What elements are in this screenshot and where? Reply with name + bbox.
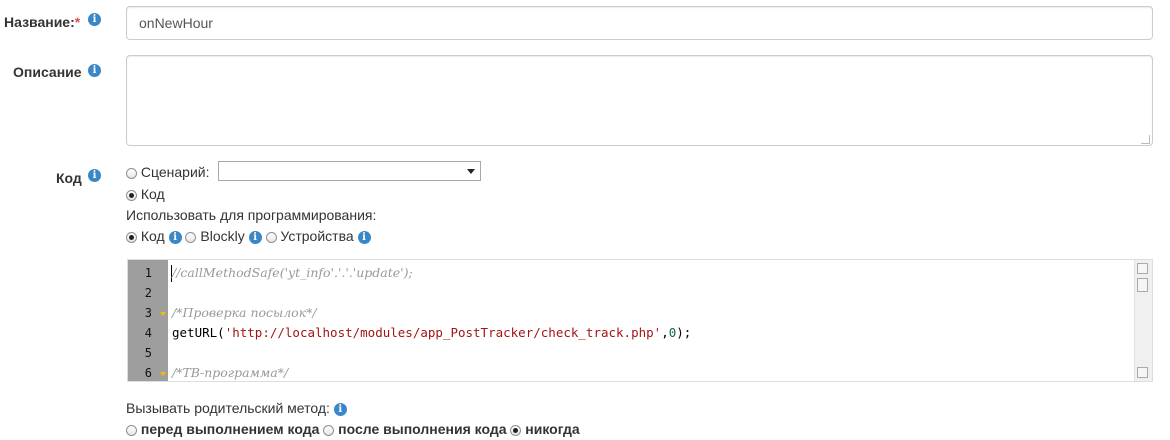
code-line: /*Проверка посылок*/ [172,305,317,320]
info-icon[interactable]: i [88,169,101,182]
line-number: 4 [144,326,152,340]
code-line: //callMethodSafe('yt_info'.'.'.'update')… [172,265,413,280]
call-parent-before[interactable]: перед выполнением кода [126,421,323,437]
fold-marker-icon[interactable] [160,312,166,316]
chevron-down-icon [467,169,475,174]
editor-scrollbar[interactable] [1134,260,1152,381]
line-number: 6 [144,366,152,380]
required-asterisk: * [74,14,81,30]
info-icon[interactable]: i [357,230,371,244]
fold-marker-icon[interactable] [160,372,166,376]
description-label: Описание [13,64,82,80]
radio-prog-code[interactable] [126,231,137,243]
scroll-down-icon[interactable] [1137,367,1148,378]
info-icon[interactable]: i [88,64,101,77]
code-editor[interactable]: 1 2 3 4 5 6 //callMethodSafe('yt_info'.'… [127,259,1153,382]
code-label: Код [56,170,82,186]
code-line: getURL('http://localhost/modules/app_Pos… [172,325,692,340]
line-number: 3 [144,306,152,320]
info-icon[interactable]: i [88,13,101,26]
scroll-thumb[interactable] [1137,278,1148,292]
line-number: 5 [144,346,152,360]
source-option-scenario[interactable]: Сценарий: [126,164,209,180]
prog-option-blockly[interactable]: Blockly [185,228,248,244]
radio-never[interactable] [510,424,522,436]
call-parent-after[interactable]: после выполнения кода [323,421,510,437]
name-input[interactable] [126,6,1153,40]
prog-option-devices[interactable]: Устройства [265,228,358,244]
line-number: 2 [144,286,152,300]
line-number: 1 [144,266,152,280]
call-parent-options: перед выполнением кода после выполнения … [126,421,580,437]
radio-code[interactable] [126,189,137,201]
radio-after[interactable] [323,424,335,436]
radio-prog-devices[interactable] [265,231,277,243]
radio-prog-blockly[interactable] [185,231,197,243]
use-for-programming-label: Использовать для программирования: [126,207,377,223]
resize-handle-icon[interactable] [1141,135,1150,144]
info-icon[interactable]: i [333,402,347,416]
call-parent-never[interactable]: никогда [510,421,580,437]
description-textarea[interactable] [126,55,1153,146]
programming-options: Код i Blockly i Устройства i [126,228,371,244]
prog-option-code[interactable]: Код [126,228,169,244]
info-icon[interactable]: i [248,230,262,244]
scenario-select[interactable] [218,161,481,181]
name-label: Название:* [4,14,81,30]
radio-scenario[interactable] [126,167,137,179]
scroll-up-icon[interactable] [1137,263,1148,274]
call-parent-label: Вызывать родительский метод: i [126,400,347,416]
code-line: /*ТВ-программа*/ [172,365,289,380]
source-option-code[interactable]: Код [126,186,165,202]
info-icon[interactable]: i [168,230,182,244]
radio-before[interactable] [126,424,137,436]
